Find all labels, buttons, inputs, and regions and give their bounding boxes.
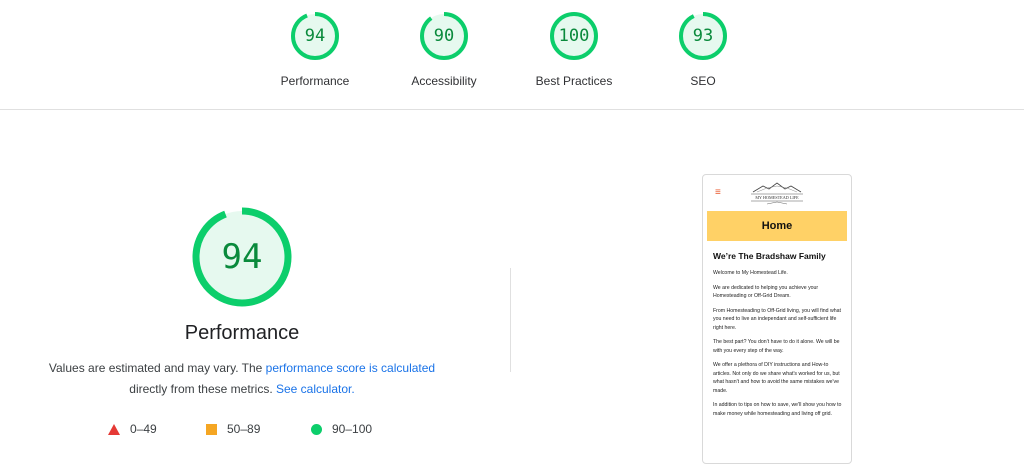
- score-gauge: 100: [548, 10, 600, 62]
- category-label: Performance: [280, 74, 350, 88]
- site-logo-text: MY HOMESTEAD LIFE: [755, 195, 799, 200]
- section-divider: [510, 268, 511, 372]
- description-text: directly from these metrics.: [129, 382, 276, 396]
- site-paragraph: From Homesteading to Off-Grid living, yo…: [713, 307, 841, 331]
- final-screenshot[interactable]: ≡ MY HOMESTEAD LIFE Home We’re The Brads…: [702, 174, 852, 464]
- triangle-icon: [108, 423, 120, 435]
- site-paragraph: The best part? You don’t have to do it a…: [713, 339, 840, 354]
- category-seo[interactable]: 93 SEO: [643, 10, 763, 88]
- category-label: Accessibility: [411, 74, 477, 88]
- site-heading: We’re The Bradshaw Family: [713, 251, 826, 261]
- square-icon: [206, 423, 217, 435]
- site-logo: MY HOMESTEAD LIFE: [751, 182, 803, 205]
- score-value: 94: [304, 26, 326, 46]
- category-best-practices[interactable]: 100 Best Practices: [514, 10, 634, 88]
- site-paragraph: We offer a plethora of DIY instructions …: [713, 362, 840, 394]
- home-banner: Home: [707, 211, 847, 241]
- performance-score-value: 94: [221, 237, 263, 277]
- performance-score-link[interactable]: performance score is calculated: [266, 361, 435, 375]
- site-header: ≡ MY HOMESTEAD LIFE: [703, 175, 851, 211]
- header-divider: [0, 109, 1024, 110]
- score-value: 93: [692, 26, 714, 46]
- performance-title: Performance: [184, 322, 300, 344]
- legend-range: 90–100: [332, 422, 373, 436]
- legend-fail: 0–49: [108, 422, 157, 436]
- legend-range: 50–89: [227, 422, 261, 436]
- site-paragraph: In addition to tips on how to save, we'l…: [713, 402, 842, 417]
- score-gauge: 93: [677, 10, 729, 62]
- category-accessibility[interactable]: 90 Accessibility: [384, 10, 504, 88]
- score-gauge: 94: [289, 10, 341, 62]
- category-label: SEO: [690, 74, 716, 88]
- score-gauge: 90: [418, 10, 470, 62]
- category-performance[interactable]: 94 Performance: [255, 10, 375, 88]
- legend-pass: 90–100: [311, 422, 372, 436]
- legend-average: 50–89: [206, 422, 260, 436]
- site-content: We’re The Bradshaw Family Welcome to My …: [713, 251, 843, 424]
- score-value: 90: [433, 26, 455, 46]
- score-description: Values are estimated and may vary. The p…: [20, 358, 464, 400]
- menu-icon: ≡: [715, 187, 721, 198]
- site-paragraph: Welcome to My Homestead Life.: [713, 270, 788, 276]
- legend-range: 0–49: [130, 422, 157, 436]
- see-calculator-link[interactable]: See calculator.: [276, 382, 355, 396]
- category-label: Best Practices: [535, 74, 613, 88]
- circle-icon: [311, 423, 322, 435]
- site-paragraph: We are dedicated to helping you achieve …: [713, 284, 819, 300]
- description-text: Values are estimated and may vary. The: [48, 361, 266, 375]
- performance-score-gauge: 94: [190, 205, 294, 309]
- score-value: 100: [558, 26, 590, 46]
